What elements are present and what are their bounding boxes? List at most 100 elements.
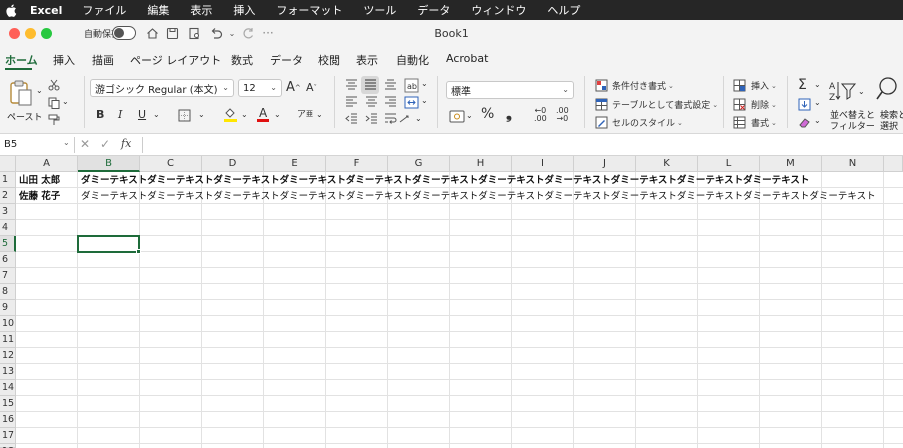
tab-insert[interactable]: 挿入	[53, 52, 75, 68]
fill-icon[interactable]	[797, 97, 811, 111]
menu-insert[interactable]: 挿入	[233, 2, 255, 18]
tab-view[interactable]: 表示	[356, 52, 378, 68]
sort-filter-chevron-icon[interactable]: ⌄	[858, 87, 865, 96]
row-header-10[interactable]: 10	[0, 316, 16, 332]
row-header-14[interactable]: 14	[0, 380, 16, 396]
row-header-15[interactable]: 15	[0, 396, 16, 412]
cell-styles-button[interactable]: セルのスタイル ⌄	[612, 116, 683, 130]
copy-icon[interactable]	[47, 96, 61, 110]
fill-color-dropdown-chevron-icon[interactable]: ⌄	[241, 110, 248, 119]
apple-logo-icon[interactable]	[6, 4, 20, 17]
sort-filter-icon[interactable]: AZ	[828, 78, 858, 104]
row-header-16[interactable]: 16	[0, 412, 16, 428]
tab-data[interactable]: データ	[270, 52, 303, 68]
column-header-h[interactable]: H	[450, 156, 512, 172]
column-header-l[interactable]: L	[698, 156, 760, 172]
number-format-dropdown[interactable]: 標準 ⌄	[446, 81, 574, 99]
menu-format[interactable]: フォーマット	[276, 2, 342, 18]
cell-a2[interactable]: 佐藤 花子	[19, 190, 60, 203]
column-header-a[interactable]: A	[16, 156, 78, 172]
font-name-dropdown[interactable]: 游ゴシック Regular (本文) ⌄	[90, 79, 234, 97]
conditional-format-button[interactable]: 条件付き書式 ⌄	[612, 79, 674, 93]
tab-review[interactable]: 校閲	[318, 52, 340, 68]
name-box-chevron-icon[interactable]: ⌄	[63, 138, 70, 147]
font-size-dropdown[interactable]: 12 ⌄	[238, 79, 282, 97]
formula-input[interactable]	[148, 137, 888, 153]
tab-home[interactable]: ホーム	[5, 52, 38, 68]
format-as-table-icon[interactable]	[594, 97, 608, 111]
row-header-4[interactable]: 4	[0, 220, 16, 236]
increase-font-size-icon[interactable]: A ^	[286, 80, 301, 95]
cancel-entry-icon[interactable]: ✕	[80, 137, 90, 151]
worksheet-grid[interactable]: ABCDEFGHIJKLMN 1 2 3 4 5 6 7 8 9 10 11 12 13 14 15 16 17…	[0, 156, 903, 448]
decrease-indent-icon[interactable]	[343, 112, 359, 126]
row-header-18[interactable]: 18	[0, 444, 16, 448]
orientation-icon[interactable]: ab	[402, 76, 420, 94]
column-header-g[interactable]: G	[388, 156, 450, 172]
text-direction-dropdown-chevron-icon[interactable]: ⌄	[415, 114, 422, 123]
accounting-format-icon[interactable]	[448, 108, 466, 124]
tab-draw[interactable]: 描画	[92, 52, 114, 68]
decrease-decimal-icon[interactable]: .00 →0	[556, 107, 569, 123]
column-header-b[interactable]: B	[78, 156, 140, 172]
delete-cells-button[interactable]: 削除 ⌄	[751, 98, 777, 112]
fill-dropdown-chevron-icon[interactable]: ⌄	[814, 98, 821, 107]
phonetic-dropdown-chevron-icon[interactable]: ⌄	[316, 110, 323, 119]
align-bottom-icon[interactable]	[382, 78, 398, 92]
column-header-e[interactable]: E	[264, 156, 326, 172]
merge-dropdown-chevron-icon[interactable]: ⌄	[421, 96, 428, 105]
menu-help[interactable]: ヘルプ	[547, 2, 580, 18]
autosum-icon[interactable]: Σ	[798, 77, 807, 93]
bold-button[interactable]: B	[96, 108, 104, 121]
wrap-text-icon[interactable]	[382, 112, 398, 126]
accounting-dropdown-chevron-icon[interactable]: ⌄	[466, 111, 473, 120]
cell-styles-icon[interactable]	[594, 115, 608, 129]
column-header-d[interactable]: D	[202, 156, 264, 172]
menu-edit[interactable]: 編集	[147, 2, 169, 18]
cell-b1[interactable]: ダミーテキストダミーテキストダミーテキストダミーテキストダミーテキストダミーテキ…	[81, 174, 899, 187]
align-left-icon[interactable]	[343, 95, 359, 109]
paste-dropdown-chevron-icon[interactable]: ⌄	[36, 86, 43, 95]
borders-icon[interactable]	[176, 108, 192, 122]
conditional-format-icon[interactable]	[594, 78, 608, 92]
column-header-i[interactable]: I	[512, 156, 574, 172]
menu-tools[interactable]: ツール	[363, 2, 396, 18]
align-right-icon[interactable]	[382, 95, 398, 109]
underline-dropdown-chevron-icon[interactable]: ⌄	[153, 110, 160, 119]
format-cells-icon[interactable]	[732, 115, 746, 129]
row-header-17[interactable]: 17	[0, 428, 16, 444]
tab-acrobat[interactable]: Acrobat	[446, 52, 488, 65]
borders-dropdown-chevron-icon[interactable]: ⌄	[198, 110, 205, 119]
comma-style-icon[interactable]: ❟	[506, 105, 512, 123]
select-all-corner[interactable]	[0, 156, 16, 172]
increase-decimal-icon[interactable]: ←0.00	[534, 107, 547, 123]
insert-cells-button[interactable]: 挿入 ⌄	[751, 79, 777, 93]
row-header-9[interactable]: 9	[0, 300, 16, 316]
cell-a1[interactable]: 山田 太郎	[19, 174, 60, 187]
column-header-f[interactable]: F	[326, 156, 388, 172]
column-header-m[interactable]: M	[760, 156, 822, 172]
tab-formulas[interactable]: 数式	[231, 52, 253, 68]
row-header-13[interactable]: 13	[0, 364, 16, 380]
confirm-entry-icon[interactable]: ✓	[100, 137, 110, 151]
insert-cells-icon[interactable]	[732, 78, 746, 92]
fill-color-icon[interactable]	[222, 106, 238, 122]
format-as-table-button[interactable]: テーブルとして書式設定 ⌄	[612, 98, 718, 112]
font-color-dropdown-chevron-icon[interactable]: ⌄	[274, 110, 281, 119]
increase-indent-icon[interactable]	[363, 112, 379, 126]
tab-automate[interactable]: 自動化	[396, 52, 429, 68]
format-painter-icon[interactable]	[47, 113, 61, 127]
format-cells-button[interactable]: 書式 ⌄	[751, 116, 777, 130]
align-center-icon[interactable]	[363, 95, 379, 109]
merge-center-icon[interactable]	[402, 94, 420, 110]
decrease-font-size-icon[interactable]: Aˇ	[306, 81, 317, 94]
cell-b2[interactable]: ダミーテキストダミーテキストダミーテキストダミーテキストダミーテキストダミーテキ…	[81, 190, 899, 203]
column-header-j[interactable]: J	[574, 156, 636, 172]
row-header-1[interactable]: 1	[0, 172, 16, 188]
copy-dropdown-chevron-icon[interactable]: ⌄	[62, 97, 69, 106]
clear-dropdown-chevron-icon[interactable]: ⌄	[814, 116, 821, 125]
phonetic-guide-icon[interactable]: ア亜	[297, 107, 313, 121]
menu-view[interactable]: 表示	[190, 2, 212, 18]
row-header-3[interactable]: 3	[0, 204, 16, 220]
active-cell-selection[interactable]	[77, 235, 140, 253]
